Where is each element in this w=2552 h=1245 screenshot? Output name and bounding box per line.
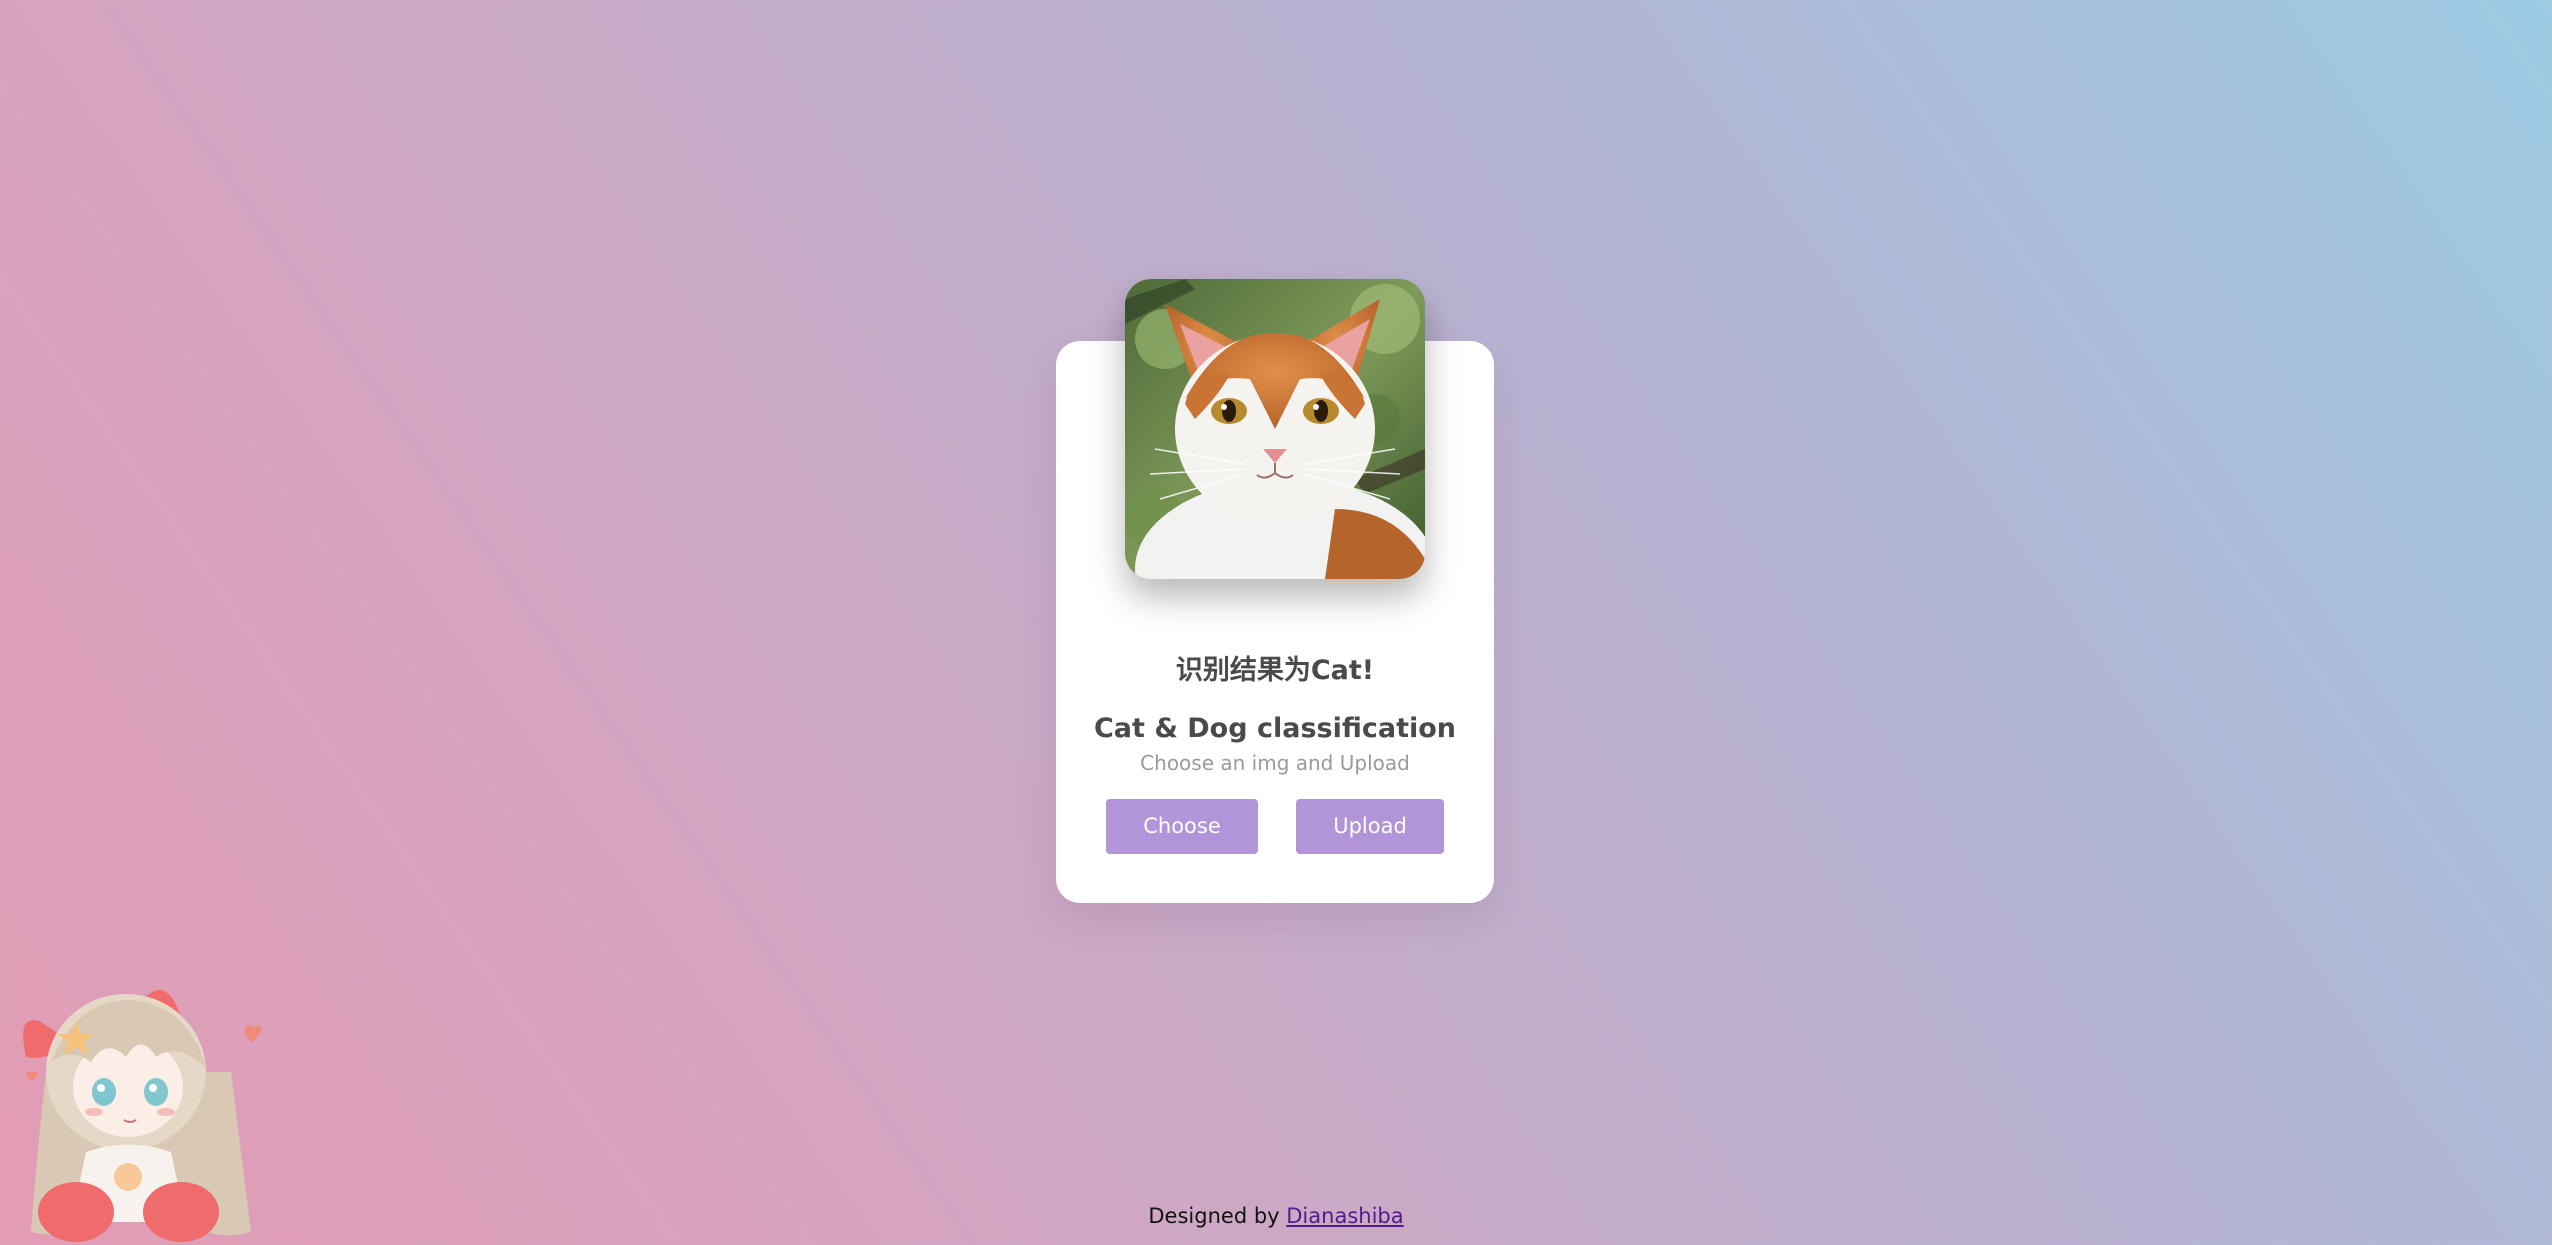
- card-subtitle: Choose an img and Upload: [1140, 751, 1410, 775]
- author-link[interactable]: Dianashiba: [1286, 1204, 1403, 1228]
- result-text: 识别结果为Cat!: [1175, 655, 1375, 686]
- footer: Designed by Dianashiba: [0, 1204, 2552, 1228]
- upload-button[interactable]: Upload: [1296, 799, 1444, 854]
- card-title: Cat & Dog classification: [1093, 713, 1457, 744]
- footer-prefix: Designed by: [1148, 1204, 1287, 1228]
- cat-photo: [1125, 279, 1425, 579]
- anime-girl-mascot: [16, 962, 266, 1245]
- choose-button[interactable]: Choose: [1106, 799, 1258, 854]
